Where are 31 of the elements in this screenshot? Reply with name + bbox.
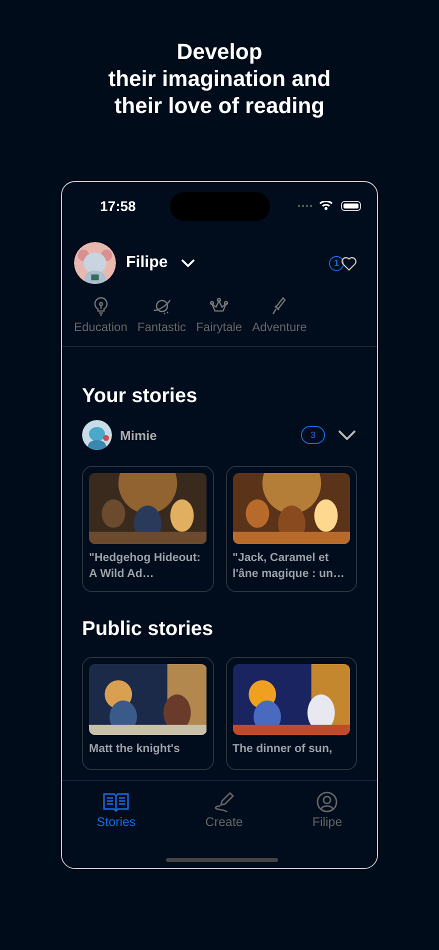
section-title: Public stories — [82, 618, 214, 641]
favorites-count: 1 — [329, 256, 344, 270]
headline-text: Develop — [176, 38, 264, 65]
story-title: "Jack, Caramel et l'âne magique : un… — [232, 551, 346, 582]
wifi-icon — [319, 201, 333, 211]
category-tab[interactable]: Fairytale — [196, 296, 242, 334]
category-tab[interactable]: Adventure — [252, 296, 307, 334]
nav-tab[interactable]: Create — [199, 791, 249, 835]
battery-icon — [341, 201, 361, 211]
story-count-badge: 3 — [301, 426, 325, 444]
child-name: Mimie — [120, 428, 157, 442]
nav-tab[interactable]: Filipe — [306, 791, 348, 835]
profile-name: Filipe — [126, 254, 168, 272]
book-icon — [102, 791, 130, 813]
story-title: The dinner of sun, — [232, 742, 334, 757]
story-card[interactable]: "Jack, Caramel et l'âne magique : un… — [226, 466, 357, 592]
story-card[interactable]: "Hedgehog Hideout: A Wild Ad… — [82, 466, 214, 592]
headline-text: their love of reading — [113, 92, 326, 119]
category-tab[interactable]: Fantastic — [137, 296, 186, 334]
nav-tab[interactable]: Stories — [90, 791, 142, 835]
story-title: Matt the knight's — [89, 742, 181, 757]
story-card[interactable]: Matt the knight's — [82, 657, 214, 770]
signal-icon — [297, 204, 313, 208]
story-title: "Hedgehog Hideout: A Wild Ad… — [89, 551, 202, 582]
section-title: Your stories — [82, 385, 198, 408]
category-tab[interactable]: Education — [74, 296, 128, 334]
headline-text: their imagination and — [107, 65, 332, 92]
story-card[interactable]: The dinner of sun, — [226, 657, 357, 770]
status-time: 17:58 — [100, 198, 137, 214]
heart-icon[interactable] — [341, 256, 357, 270]
chevron-down-icon[interactable] — [337, 429, 357, 441]
